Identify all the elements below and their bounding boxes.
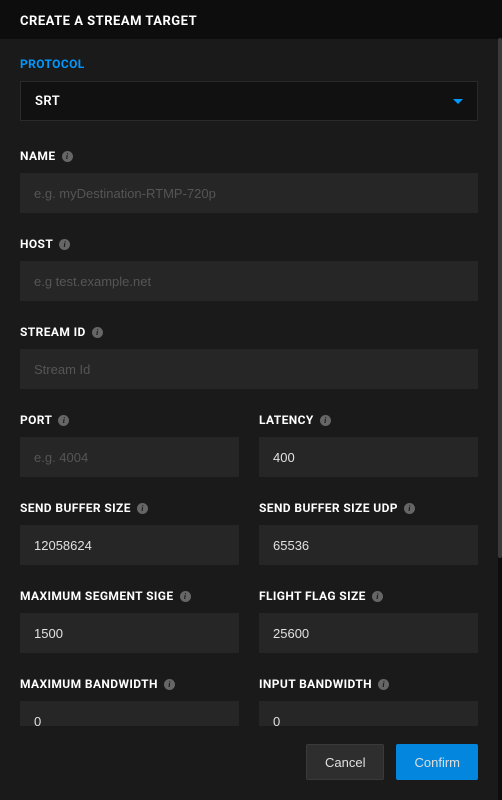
dialog-header: CREATE A STREAM TARGET <box>0 0 502 39</box>
host-input[interactable] <box>20 261 478 301</box>
input-bandwidth-label: INPUT BANDWIDTH <box>259 677 372 691</box>
protocol-label: PROTOCOL <box>20 57 85 71</box>
send-buffer-size-input[interactable] <box>20 525 239 565</box>
info-icon[interactable] <box>320 415 331 426</box>
info-icon[interactable] <box>137 503 148 514</box>
latency-label: LATENCY <box>259 413 314 427</box>
scrollbar-track[interactable] <box>498 38 502 800</box>
input-bandwidth-input[interactable] <box>259 701 478 727</box>
name-label: NAME <box>20 149 56 163</box>
scrollbar-thumb[interactable] <box>498 38 502 558</box>
info-icon[interactable] <box>62 151 73 162</box>
send-buffer-size-label: SEND BUFFER SIZE <box>20 501 131 515</box>
info-icon[interactable] <box>378 679 389 690</box>
dialog-create-stream-target: CREATE A STREAM TARGET PROTOCOL SRT NAME… <box>0 0 502 800</box>
confirm-button[interactable]: Confirm <box>396 744 478 780</box>
flight-flag-size-input[interactable] <box>259 613 478 653</box>
info-icon[interactable] <box>58 415 69 426</box>
send-buffer-size-udp-label: SEND BUFFER SIZE UDP <box>259 501 398 515</box>
stream-id-label: STREAM ID <box>20 325 86 339</box>
maximum-segment-size-input[interactable] <box>20 613 239 653</box>
cancel-button[interactable]: Cancel <box>306 744 384 780</box>
host-label: HOST <box>20 237 53 251</box>
protocol-select[interactable]: SRT <box>20 81 478 121</box>
stream-id-input[interactable] <box>20 349 478 389</box>
info-icon[interactable] <box>404 503 415 514</box>
name-input[interactable] <box>20 173 478 213</box>
info-icon[interactable] <box>180 591 191 602</box>
dialog-title: CREATE A STREAM TARGET <box>20 14 482 29</box>
info-icon[interactable] <box>164 679 175 690</box>
send-buffer-size-udp-input[interactable] <box>259 525 478 565</box>
dialog-body: PROTOCOL SRT NAME HOST STREAM ID <box>0 39 498 727</box>
protocol-select-value: SRT <box>35 94 60 109</box>
maximum-segment-size-label: MAXIMUM SEGMENT SIGE <box>20 589 174 603</box>
port-label: PORT <box>20 413 52 427</box>
latency-input[interactable] <box>259 437 478 477</box>
maximum-bandwidth-input[interactable] <box>20 701 239 727</box>
dialog-footer: Cancel Confirm <box>0 726 498 800</box>
chevron-down-icon <box>453 99 463 104</box>
maximum-bandwidth-label: MAXIMUM BANDWIDTH <box>20 677 158 691</box>
port-input[interactable] <box>20 437 239 477</box>
info-icon[interactable] <box>59 239 70 250</box>
info-icon[interactable] <box>92 327 103 338</box>
protocol-label-row: PROTOCOL <box>20 57 478 71</box>
info-icon[interactable] <box>372 591 383 602</box>
flight-flag-size-label: FLIGHT FLAG SIZE <box>259 589 366 603</box>
